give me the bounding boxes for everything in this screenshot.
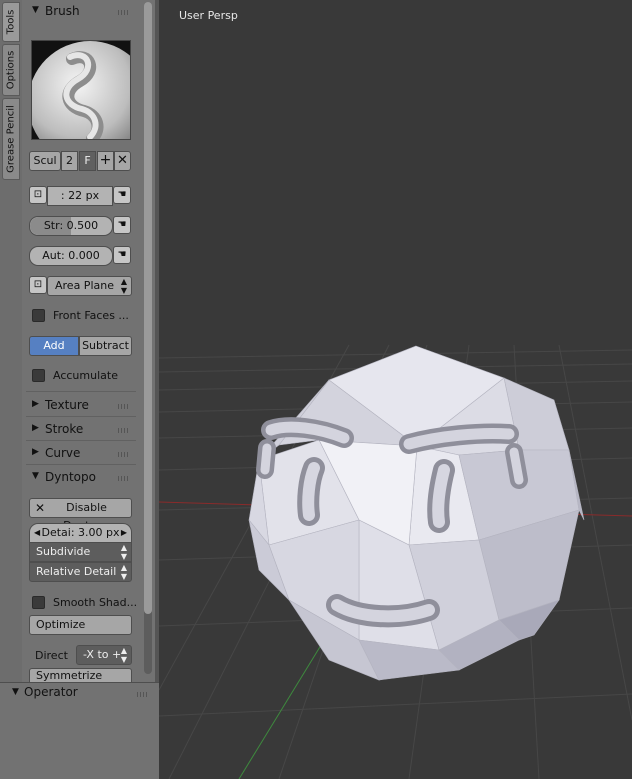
drag-grip-icon[interactable] bbox=[118, 10, 130, 15]
tab-tools[interactable]: Tools bbox=[2, 2, 20, 42]
brush-panel-header[interactable]: ▼ Brush bbox=[24, 0, 136, 22]
drag-grip-icon[interactable] bbox=[118, 476, 130, 481]
section-divider bbox=[26, 440, 136, 441]
drag-grip-icon[interactable] bbox=[118, 404, 130, 409]
curve-panel-header[interactable]: ▶ Curve bbox=[24, 442, 136, 464]
brush-preview[interactable] bbox=[31, 40, 131, 140]
drag-grip-icon[interactable] bbox=[118, 428, 130, 433]
panel-scrollbar[interactable] bbox=[144, 2, 152, 674]
optimize-button[interactable]: Optimize bbox=[29, 615, 132, 635]
3d-viewport[interactable]: User Persp bbox=[159, 0, 632, 779]
strength-slider[interactable]: Str: 0.500 bbox=[29, 216, 113, 236]
expand-down-icon: ▼ bbox=[12, 687, 19, 697]
updown-arrow-icon: ▲ ▼ bbox=[120, 543, 127, 561]
viewport-scene bbox=[159, 344, 632, 779]
expand-right-icon: ▶ bbox=[32, 423, 39, 433]
operator-header: Operator bbox=[24, 685, 78, 699]
symmetrize-direction-select[interactable]: -X to + ▲ ▼ bbox=[76, 645, 132, 665]
pressure-autosmooth-icon[interactable]: ☚ bbox=[113, 246, 131, 264]
expand-right-icon: ▶ bbox=[32, 447, 39, 457]
tab-options[interactable]: Options bbox=[2, 44, 20, 96]
tool-shelf-tabs: Tools Options Grease Pencil bbox=[0, 0, 22, 779]
direction-label: Direct bbox=[35, 649, 68, 662]
tab-grease-pencil[interactable]: Grease Pencil bbox=[2, 98, 20, 180]
pressure-radius-icon[interactable]: ☚ bbox=[113, 186, 131, 204]
stroke-panel-header[interactable]: ▶ Stroke bbox=[24, 418, 136, 440]
autosmooth-slider[interactable]: Aut: 0.000 bbox=[29, 246, 113, 266]
accumulate-label: Accumulate bbox=[53, 369, 118, 382]
close-icon: ✕ bbox=[35, 501, 46, 515]
updown-arrow-icon: ▲ ▼ bbox=[120, 646, 127, 664]
detailing-select[interactable]: Relative Detail ▲ ▼ bbox=[29, 562, 132, 582]
texture-panel-header[interactable]: ▶ Texture bbox=[24, 394, 136, 416]
front-faces-checkbox[interactable] bbox=[32, 309, 45, 322]
front-faces-label: Front Faces ... bbox=[53, 309, 129, 322]
brush-name-field[interactable]: Scul bbox=[29, 151, 61, 171]
section-divider bbox=[26, 464, 136, 465]
drag-grip-icon[interactable] bbox=[118, 452, 130, 457]
disable-dyntopo-button[interactable]: ✕ Disable Dyntopo bbox=[29, 498, 132, 532]
expand-down-icon: ▼ bbox=[32, 5, 39, 15]
brush-preview-image bbox=[32, 41, 130, 139]
symmetrize-button[interactable]: Symmetrize bbox=[29, 668, 132, 682]
unlink-brush-icon[interactable]: ✕ bbox=[114, 151, 131, 171]
dyntopo-panel-header[interactable]: ▼ Dyntopo bbox=[24, 466, 136, 488]
updown-arrow-icon: ▲ ▼ bbox=[120, 277, 127, 295]
detail-size-field[interactable]: ◀ Detai: 3.00 px ▶ bbox=[29, 523, 132, 543]
lock-plane-icon[interactable]: ⊡ bbox=[29, 276, 47, 294]
new-brush-icon[interactable]: + bbox=[97, 151, 114, 171]
updown-arrow-icon: ▲ ▼ bbox=[120, 563, 127, 581]
subdivide-method-select[interactable]: Subdivide Colla... ▲▼ bbox=[29, 542, 132, 576]
smooth-shading-checkbox[interactable] bbox=[32, 596, 45, 609]
operator-panel: ▼ Operator bbox=[0, 682, 159, 779]
fake-user-button[interactable]: F bbox=[79, 151, 96, 171]
direction-subtract-button[interactable]: Subtract bbox=[79, 336, 132, 356]
section-divider bbox=[0, 682, 159, 683]
section-divider bbox=[26, 391, 136, 392]
scrollbar-thumb[interactable] bbox=[144, 2, 152, 614]
section-divider bbox=[26, 416, 136, 417]
drag-grip-icon[interactable] bbox=[137, 692, 149, 697]
direction-add-button[interactable]: Add bbox=[29, 336, 79, 356]
radius-field[interactable]: : 22 px bbox=[47, 186, 113, 206]
increment-arrow-icon[interactable]: ▶ bbox=[121, 524, 127, 542]
lock-radius-icon[interactable]: ⊡ bbox=[29, 186, 47, 204]
brush-users-count[interactable]: 2 bbox=[61, 151, 78, 171]
expand-right-icon: ▶ bbox=[32, 399, 39, 409]
sculpt-plane-select[interactable]: Area Plane ▲ ▼ bbox=[47, 276, 132, 296]
accumulate-checkbox[interactable] bbox=[32, 369, 45, 382]
pressure-strength-icon[interactable]: ☚ bbox=[113, 216, 131, 234]
smooth-shading-label: Smooth Shad... bbox=[53, 596, 138, 609]
expand-down-icon: ▼ bbox=[32, 471, 39, 481]
